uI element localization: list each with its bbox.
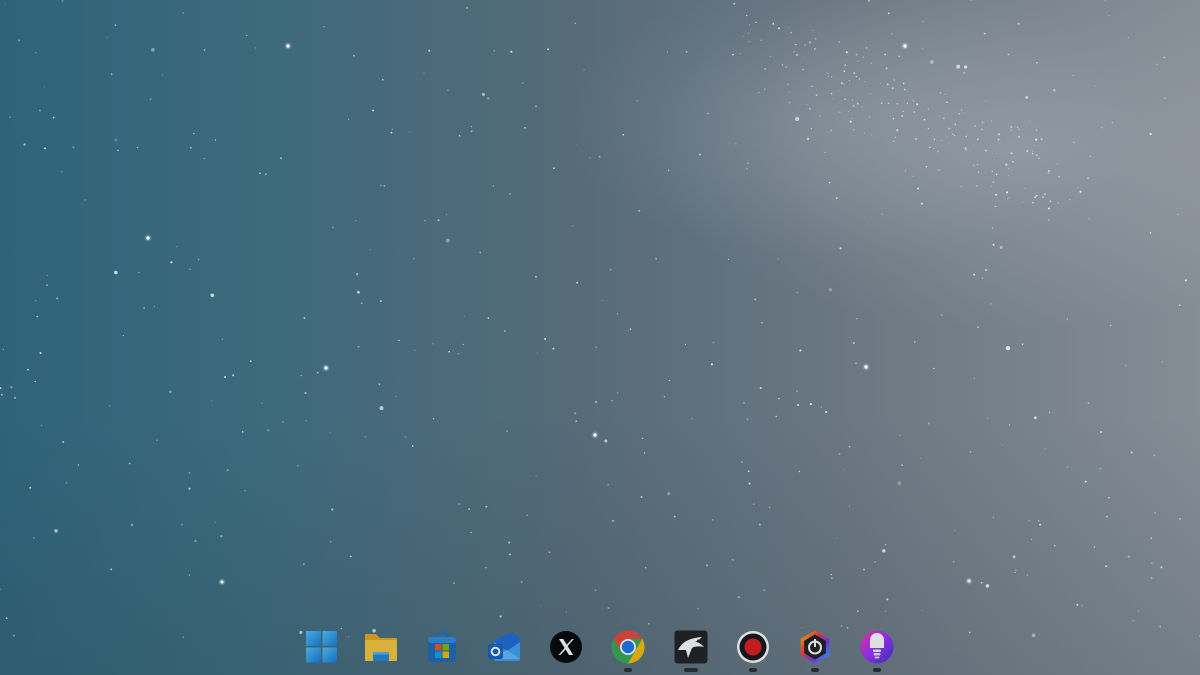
chrome-button[interactable] xyxy=(604,623,652,675)
file-explorer-button[interactable] xyxy=(357,623,405,675)
store-bag-icon xyxy=(428,630,456,662)
microsoft-store-button[interactable] xyxy=(418,623,466,675)
x-logo-icon xyxy=(550,631,582,663)
taskbar xyxy=(0,623,1200,675)
starfield-wallpaper xyxy=(0,0,1200,638)
eagle-icon xyxy=(674,630,708,664)
eagle-app-button[interactable] xyxy=(667,623,715,675)
x-button[interactable] xyxy=(542,623,590,675)
desktop[interactable] xyxy=(0,0,1200,675)
folder-icon xyxy=(365,634,397,661)
light-bulb-icon xyxy=(860,630,894,664)
start-button[interactable] xyxy=(294,623,342,675)
chrome-icon xyxy=(611,630,645,664)
hexagon-power-icon xyxy=(800,630,830,664)
running-indicator xyxy=(873,668,881,672)
screen-recorder-button[interactable] xyxy=(729,623,777,675)
running-indicator xyxy=(749,668,757,672)
smart-light-app-button[interactable] xyxy=(853,623,901,675)
running-indicator xyxy=(684,668,698,672)
windows-logo-icon xyxy=(306,631,337,663)
record-icon xyxy=(737,631,769,663)
running-indicator xyxy=(811,668,819,672)
outlook-button[interactable] xyxy=(480,623,528,675)
outlook-icon xyxy=(488,632,520,661)
running-indicator xyxy=(624,668,632,672)
gaming-app-button[interactable] xyxy=(791,623,839,675)
